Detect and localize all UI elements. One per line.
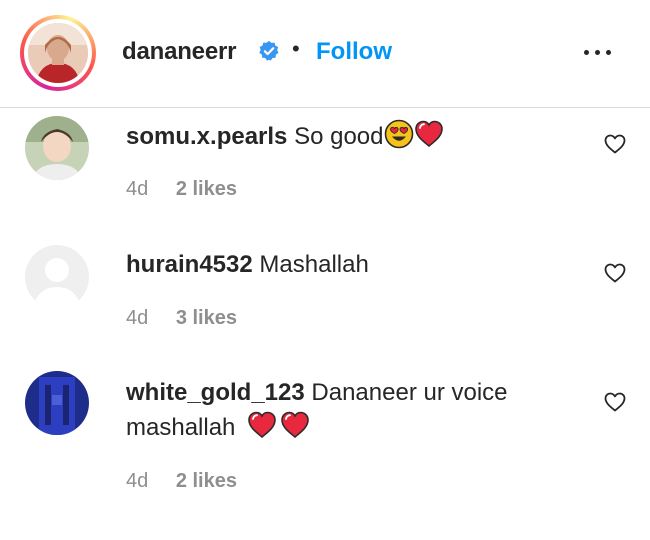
comment-timestamp[interactable]: 4d — [126, 470, 148, 492]
post-header: dananeerr • Follow — [0, 0, 650, 108]
avatar[interactable] — [28, 23, 88, 83]
heart-emoji-icon — [248, 411, 277, 439]
comment-text: hurain4532 Mashallah — [126, 248, 566, 282]
comment-likes[interactable]: 3 likes — [176, 307, 237, 329]
more-horizontal-icon — [595, 50, 600, 55]
verified-badge-icon — [259, 40, 279, 61]
like-heart-icon[interactable] — [603, 390, 627, 414]
more-options-button[interactable] — [580, 40, 616, 64]
heart-eyes-emoji-icon — [384, 119, 413, 149]
like-heart-icon[interactable] — [603, 261, 627, 285]
heart-emoji-icon — [414, 120, 443, 148]
separator-dot: • — [292, 36, 300, 61]
like-heart-icon[interactable] — [603, 132, 627, 156]
comment-body: Mashallah — [259, 251, 369, 278]
comment-body: So good — [294, 123, 384, 150]
profile-photo — [28, 23, 88, 83]
more-horizontal-icon — [606, 50, 611, 55]
more-horizontal-icon — [584, 50, 589, 55]
comment-meta: 4d 2 likes — [126, 178, 237, 201]
comment-username[interactable]: white_gold_123 — [126, 379, 305, 406]
profile-photo — [25, 371, 89, 435]
comment-timestamp[interactable]: 4d — [126, 178, 148, 200]
comment-username[interactable]: hurain4532 — [126, 251, 253, 278]
heart-emoji-icon — [281, 411, 310, 439]
avatar[interactable] — [25, 245, 89, 309]
profile-photo — [25, 116, 89, 180]
comment-likes[interactable]: 2 likes — [176, 470, 237, 492]
comment-meta: 4d 2 likes — [126, 470, 237, 493]
header-username[interactable]: dananeerr — [122, 38, 236, 66]
story-ring-gap — [24, 19, 92, 87]
story-ring[interactable] — [20, 15, 96, 91]
comment-timestamp[interactable]: 4d — [126, 307, 148, 329]
comment-text: somu.x.pearls So good — [126, 119, 566, 154]
default-avatar-icon — [25, 245, 89, 309]
avatar[interactable] — [25, 116, 89, 180]
comment-meta: 4d 3 likes — [126, 307, 237, 330]
comment-likes[interactable]: 2 likes — [176, 178, 237, 200]
comment-text: white_gold_123 Dananeer ur voice mashall… — [126, 376, 566, 445]
avatar[interactable] — [25, 371, 89, 435]
follow-button[interactable]: Follow — [316, 38, 392, 66]
comment-username[interactable]: somu.x.pearls — [126, 123, 287, 150]
